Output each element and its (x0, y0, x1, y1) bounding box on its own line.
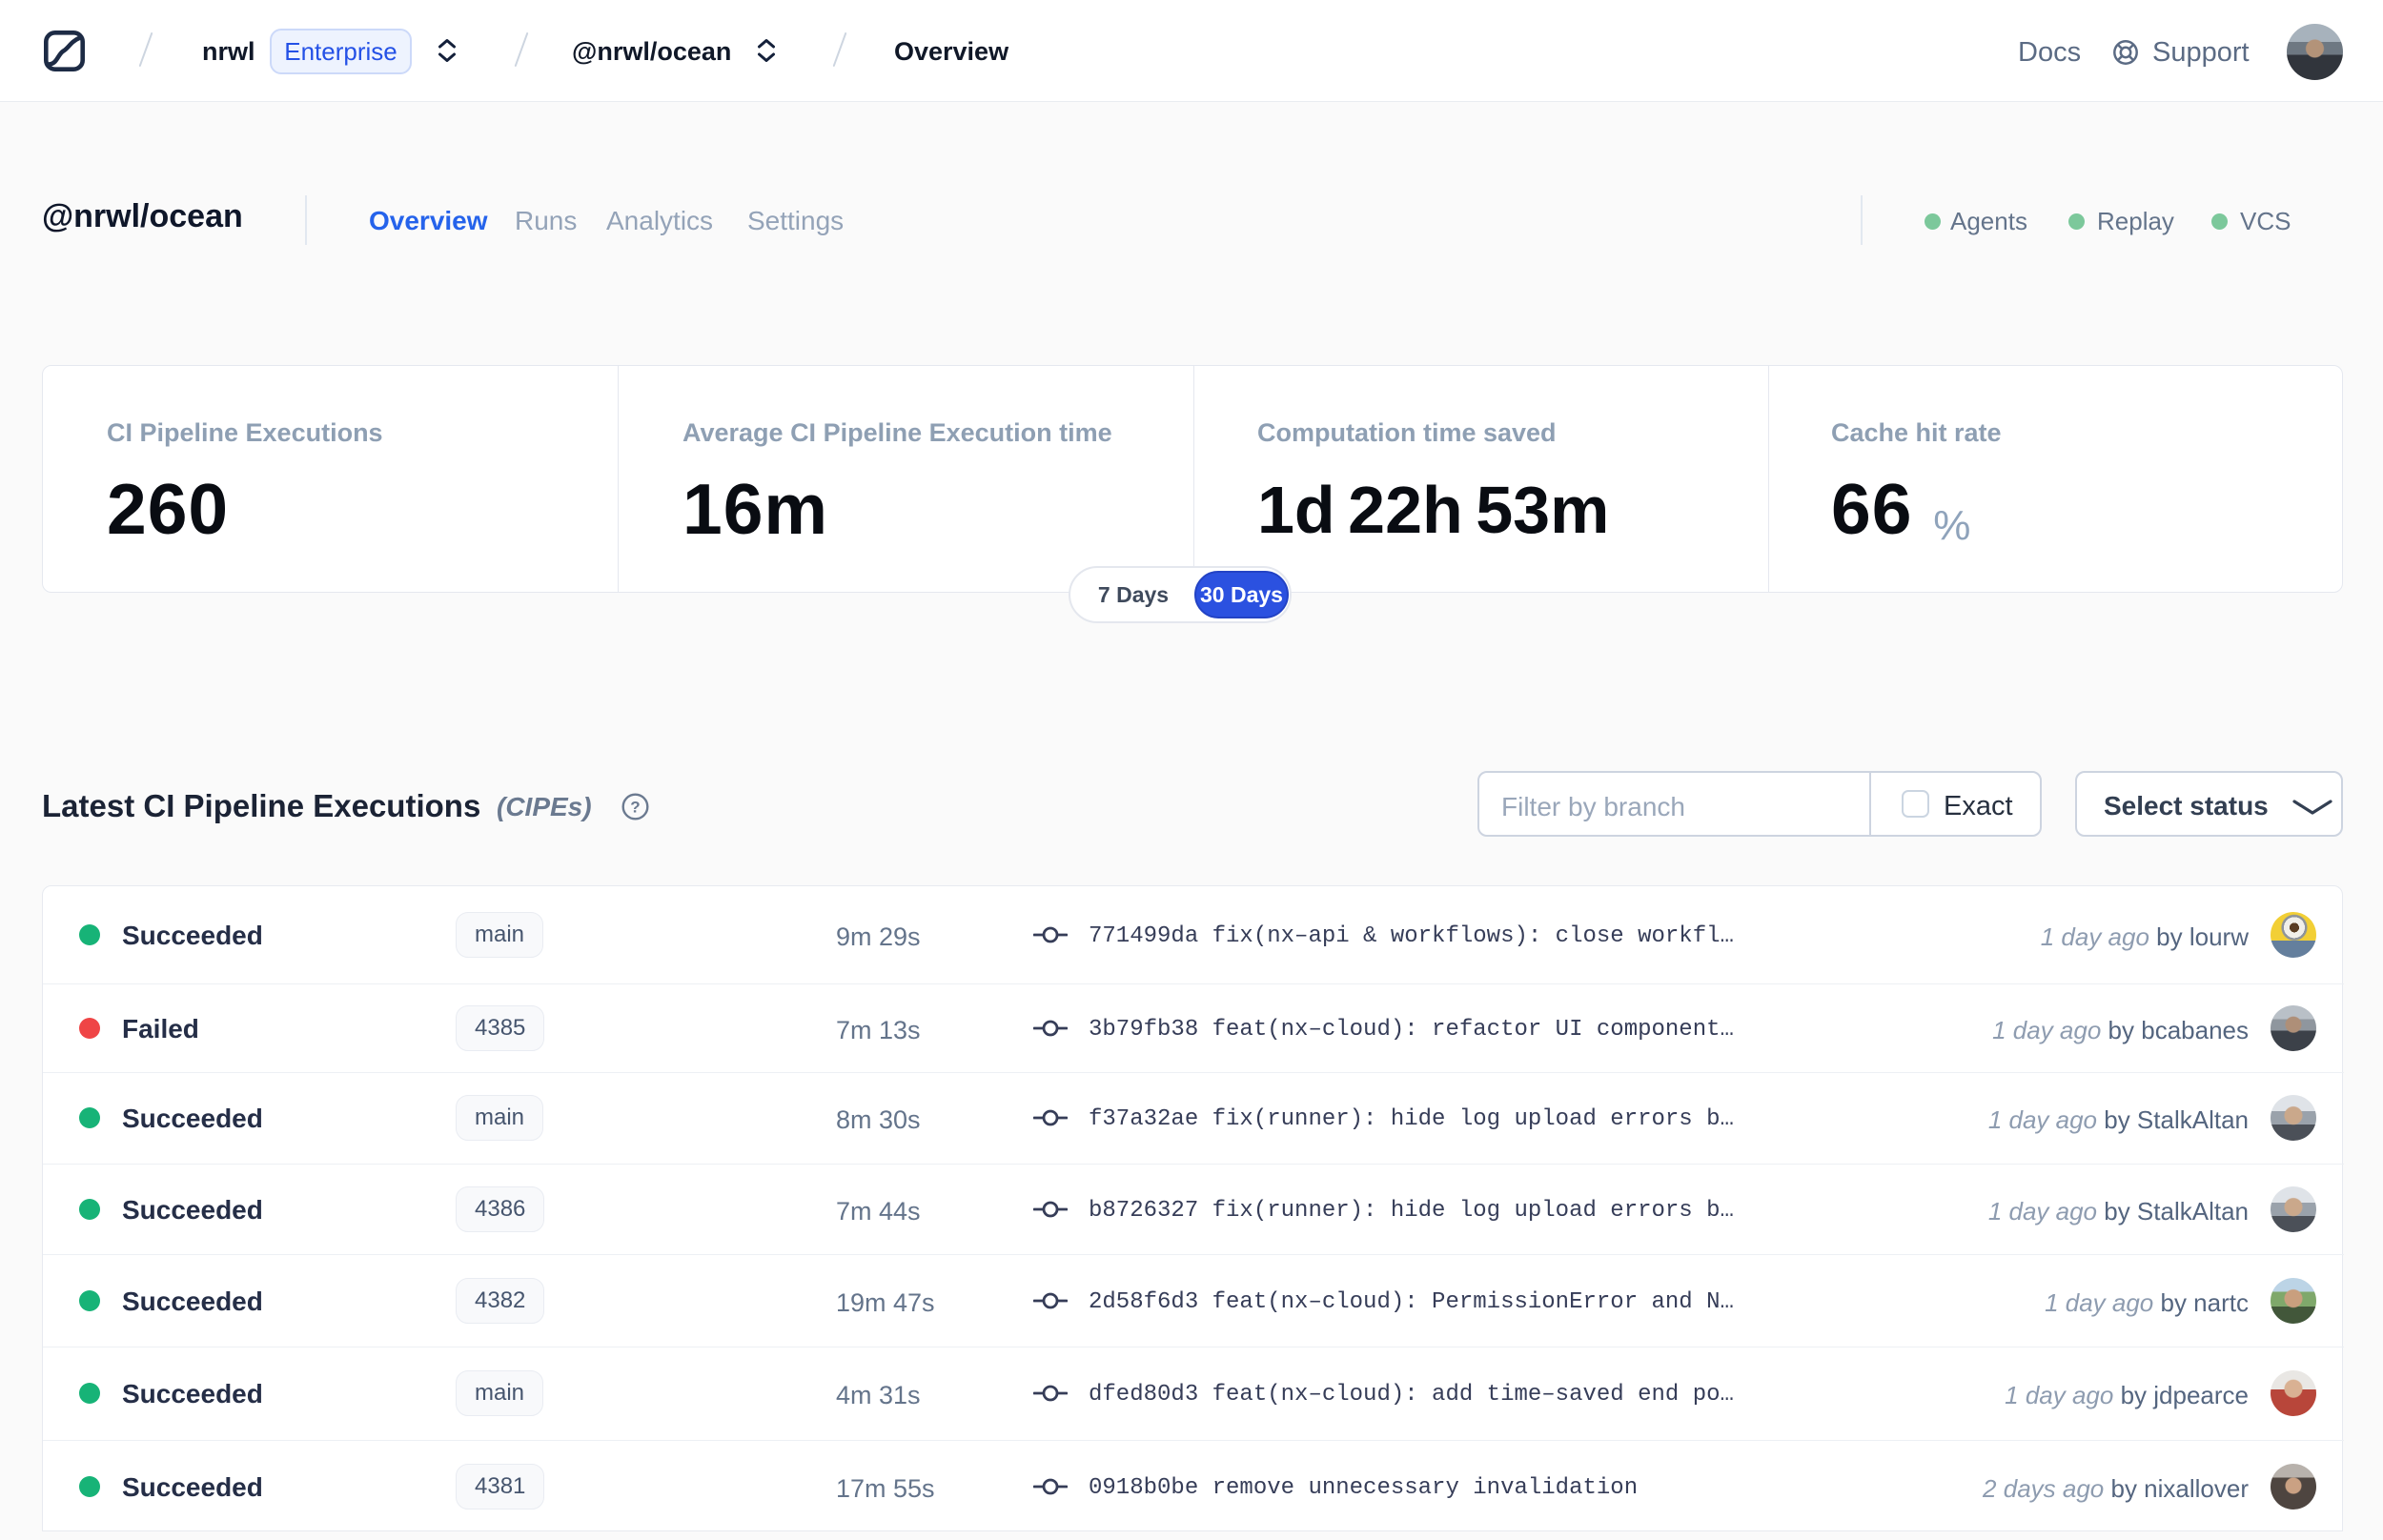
svg-text:?: ? (630, 799, 640, 817)
